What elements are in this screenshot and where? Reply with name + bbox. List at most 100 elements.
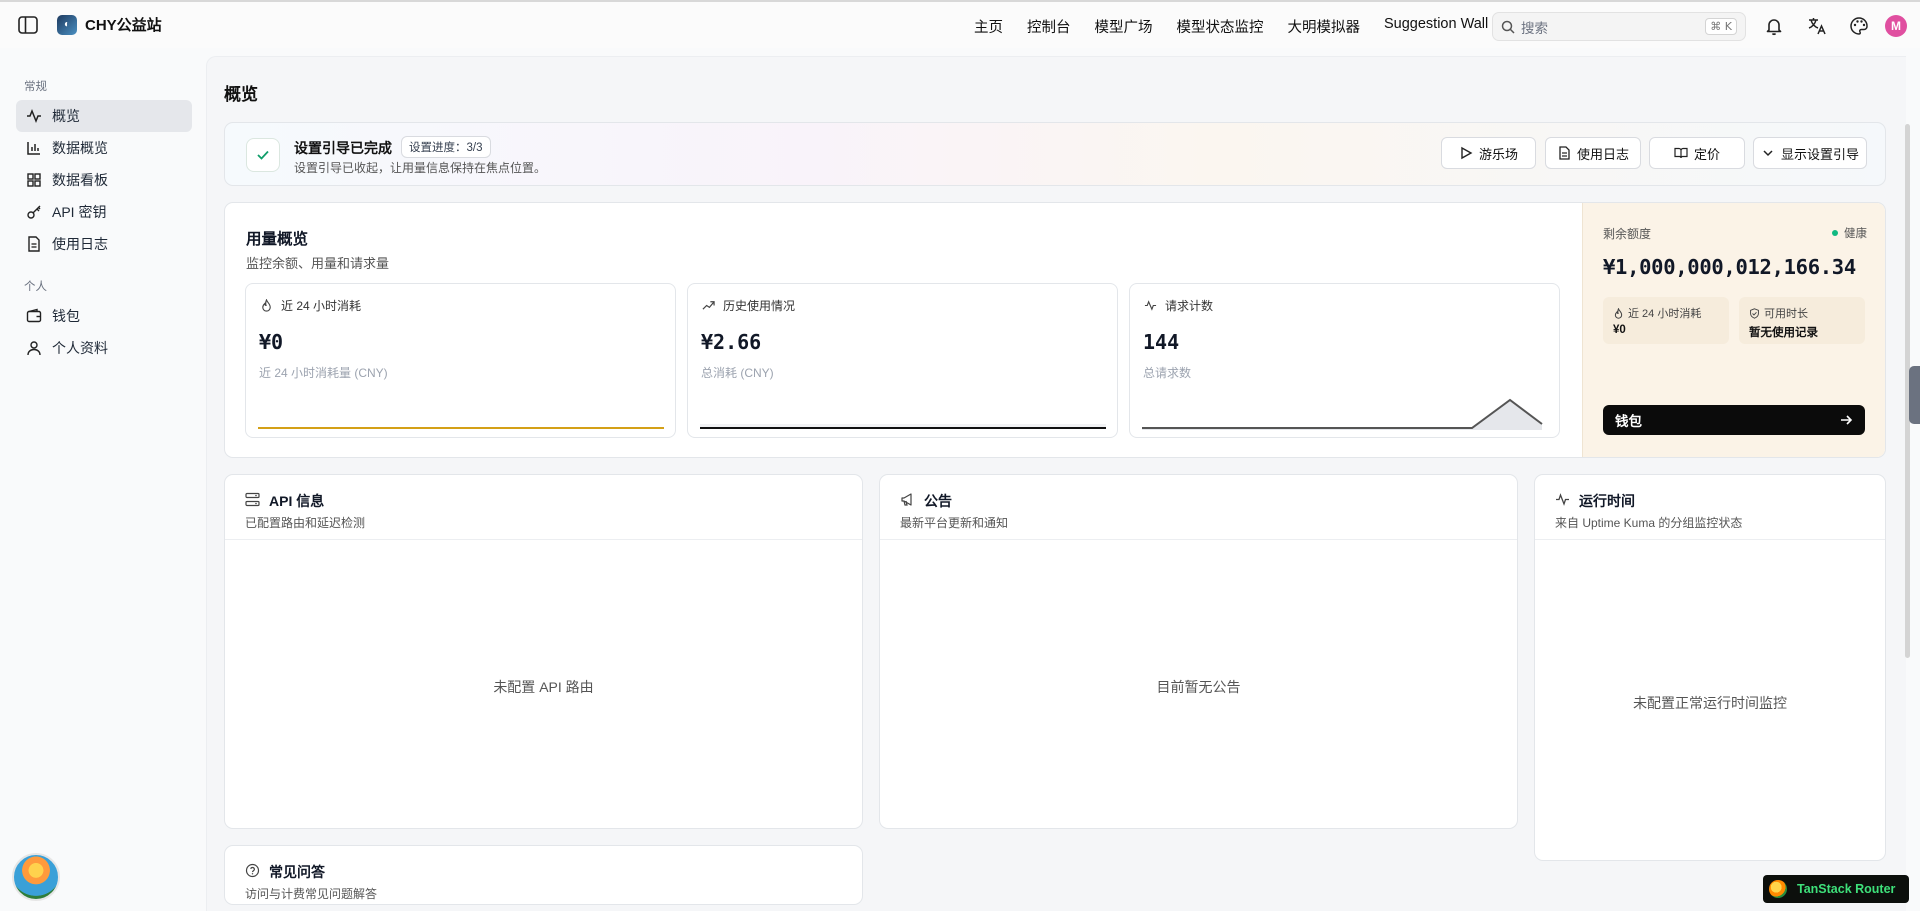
sidebar-item-wallet[interactable]: 钱包 xyxy=(16,300,192,332)
usage-subtitle: 监控余额、用量和请求量 xyxy=(246,256,390,271)
sidebar-item-label: 数据看板 xyxy=(52,172,108,188)
tanstack-router-devtools[interactable]: TanStack Router xyxy=(1763,875,1909,903)
card-title: API 信息 xyxy=(269,493,325,509)
chevron-down-icon xyxy=(1763,150,1773,157)
translate-icon[interactable] xyxy=(1807,16,1827,36)
sidebar-item-label: 使用日志 xyxy=(52,236,108,252)
user-avatar[interactable]: M xyxy=(1885,15,1907,37)
mini-value: 暂无使用记录 xyxy=(1749,327,1818,339)
sidebar-group-personal: 个人 xyxy=(24,281,47,293)
card-title: 公告 xyxy=(924,493,952,509)
page-title: 概览 xyxy=(224,85,258,104)
metric-desc: 近 24 小时消耗量 (CNY) xyxy=(259,366,388,380)
metric-value: ¥2.66 xyxy=(701,330,762,354)
guide-subtitle: 设置引导已收起，让用量信息保持在焦点位置。 xyxy=(294,161,547,175)
key-icon xyxy=(27,205,41,219)
playground-label: 游乐场 xyxy=(1478,146,1518,162)
guide-title: 设置引导已完成 xyxy=(294,140,392,156)
sidebar-item-label: 数据概览 xyxy=(52,140,108,156)
file-text-icon xyxy=(28,236,40,252)
bar-chart-icon xyxy=(27,142,40,155)
activity-icon xyxy=(27,108,41,124)
guide-progress-badge: 设置进度：3/3 xyxy=(401,136,491,158)
card-title: 常见问答 xyxy=(269,864,325,880)
playground-button[interactable]: 游乐场 xyxy=(1441,137,1536,169)
balance-mini-24h: 近 24 小时消耗 ¥0 xyxy=(1603,297,1729,344)
empty-state: 目前暂无公告 xyxy=(1156,679,1241,695)
search-icon xyxy=(1501,20,1515,34)
nav-model-plaza[interactable]: 模型广场 xyxy=(1095,16,1153,37)
nav-model-status[interactable]: 模型状态监控 xyxy=(1177,16,1264,37)
nav-suggestion-wall[interactable]: Suggestion Wall xyxy=(1384,16,1488,37)
sidebar-item-api-keys[interactable]: API 密钥 xyxy=(16,196,192,228)
brand[interactable]: ◐ CHY公益站 xyxy=(57,14,162,35)
sidebar-item-data-overview[interactable]: 数据概览 xyxy=(16,132,192,164)
card-subtitle: 来自 Uptime Kuma 的分组监控状态 xyxy=(1555,516,1743,530)
health-label: 健康 xyxy=(1844,228,1867,240)
sidebar-group-general: 常规 xyxy=(24,81,47,93)
dashboard-grid-icon xyxy=(27,173,41,187)
metric-label: 近 24 小时消耗 xyxy=(281,299,362,313)
show-guide-button[interactable]: 显示设置引导 xyxy=(1753,137,1867,169)
card-subtitle: 访问与计费常见问题解答 xyxy=(245,887,378,901)
uptime-card: 运行时间 来自 Uptime Kuma 的分组监控状态 未配置正常运行时间监控 xyxy=(1534,474,1886,861)
sidebar-item-label: API 密钥 xyxy=(52,204,107,220)
sidebar-item-overview[interactable]: 概览 xyxy=(16,100,192,132)
balance-panel: 剩余额度 健康 ¥1,000,000,012,166.34 近 24 小时消耗 … xyxy=(1582,203,1885,457)
sidebar-item-usage-logs[interactable]: 使用日志 xyxy=(16,228,192,260)
side-drawer-handle[interactable] xyxy=(1909,366,1920,424)
sidebar-item-label: 个人资料 xyxy=(52,340,108,356)
mini-label: 近 24 小时消耗 xyxy=(1628,308,1702,320)
sidebar-item-profile[interactable]: 个人资料 xyxy=(16,332,192,364)
pricing-button[interactable]: 定价 xyxy=(1649,137,1745,169)
balance-value: ¥1,000,000,012,166.34 xyxy=(1603,255,1856,279)
wallet-button[interactable]: 钱包 xyxy=(1603,405,1865,435)
empty-state: 未配置 API 路由 xyxy=(493,679,594,695)
sparkline-24h xyxy=(258,427,664,429)
brand-logo-icon: ◐ xyxy=(57,14,77,35)
flame-icon xyxy=(1614,307,1623,319)
metric-value: ¥0 xyxy=(259,330,284,354)
mini-value: ¥0 xyxy=(1613,324,1626,336)
nav-simulator[interactable]: 大明模拟器 xyxy=(1288,16,1361,37)
route-icon xyxy=(245,492,260,507)
metric-label: 历史使用情况 xyxy=(723,299,796,313)
activity-icon xyxy=(1556,493,1569,506)
floating-avatar-icon[interactable] xyxy=(12,853,60,901)
mini-label: 可用时长 xyxy=(1764,308,1808,320)
shield-check-icon xyxy=(1750,307,1759,319)
nav-home[interactable]: 主页 xyxy=(974,16,1003,37)
metric-desc: 总请求数 xyxy=(1143,366,1192,380)
tanstack-logo-icon xyxy=(1769,880,1787,898)
activity-icon xyxy=(1144,300,1157,311)
palette-icon[interactable] xyxy=(1849,16,1869,36)
sidebar-item-label: 概览 xyxy=(52,108,80,124)
megaphone-icon xyxy=(901,493,912,506)
metric-request-count: 请求计数 144 总请求数 xyxy=(1129,283,1560,438)
card-title: 运行时间 xyxy=(1579,493,1635,509)
nav-console[interactable]: 控制台 xyxy=(1027,16,1071,37)
faq-card: 常见问答 访问与计费常见问题解答 xyxy=(224,845,863,905)
sidebar-toggle-icon[interactable] xyxy=(18,16,38,34)
metric-24h-consumption: 近 24 小时消耗 ¥0 近 24 小时消耗量 (CNY) xyxy=(245,283,676,438)
arrow-right-icon xyxy=(1841,415,1853,425)
usage-logs-button[interactable]: 使用日志 xyxy=(1545,137,1641,169)
card-subtitle: 已配置路由和延迟检测 xyxy=(245,516,366,530)
bell-icon[interactable] xyxy=(1764,16,1784,36)
user-icon xyxy=(27,341,41,356)
search-input[interactable]: 搜索 ⌘ K xyxy=(1492,12,1746,41)
book-open-icon xyxy=(1674,147,1688,159)
main-nav: 主页 控制台 模型广场 模型状态监控 大明模拟器 Suggestion Wall xyxy=(974,16,1512,37)
devtools-label: TanStack Router xyxy=(1797,882,1896,896)
sidebar-item-dashboard[interactable]: 数据看板 xyxy=(16,164,192,196)
sparkline-history xyxy=(700,424,1106,429)
file-text-icon xyxy=(1559,146,1570,160)
balance-label: 剩余额度 xyxy=(1603,227,1652,241)
pricing-label: 定价 xyxy=(1693,146,1720,162)
status-dot-icon xyxy=(1832,230,1838,236)
announcement-card: 公告 最新平台更新和通知 目前暂无公告 xyxy=(879,474,1518,829)
card-subtitle: 最新平台更新和通知 xyxy=(900,516,1009,530)
search-placeholder: 搜索 xyxy=(1521,20,1548,36)
trending-up-icon xyxy=(702,301,715,310)
health-status: 健康 xyxy=(1832,225,1867,241)
